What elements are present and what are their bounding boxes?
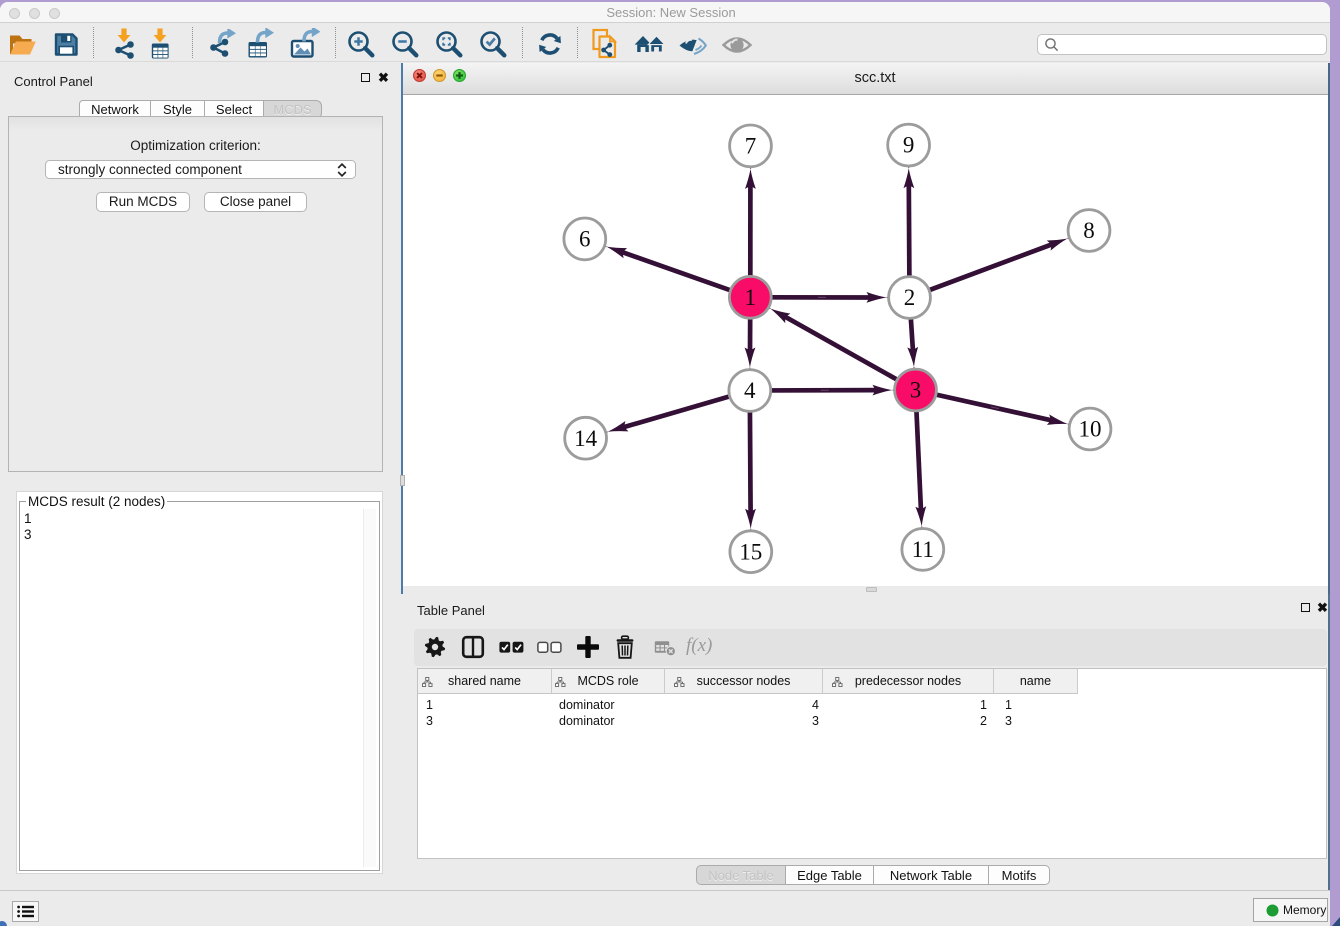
svg-text:2: 2	[904, 285, 916, 310]
svg-text:4: 4	[744, 378, 756, 403]
svg-text:3: 3	[910, 378, 922, 403]
svg-text:9: 9	[903, 133, 915, 158]
svg-text:10: 10	[1079, 417, 1102, 442]
svg-text:15: 15	[739, 539, 762, 564]
svg-text:11: 11	[912, 537, 934, 562]
svg-text:1: 1	[745, 285, 757, 310]
svg-text:8: 8	[1083, 218, 1095, 243]
svg-text:6: 6	[579, 227, 591, 252]
svg-text:14: 14	[574, 426, 598, 451]
svg-text:7: 7	[745, 134, 757, 159]
